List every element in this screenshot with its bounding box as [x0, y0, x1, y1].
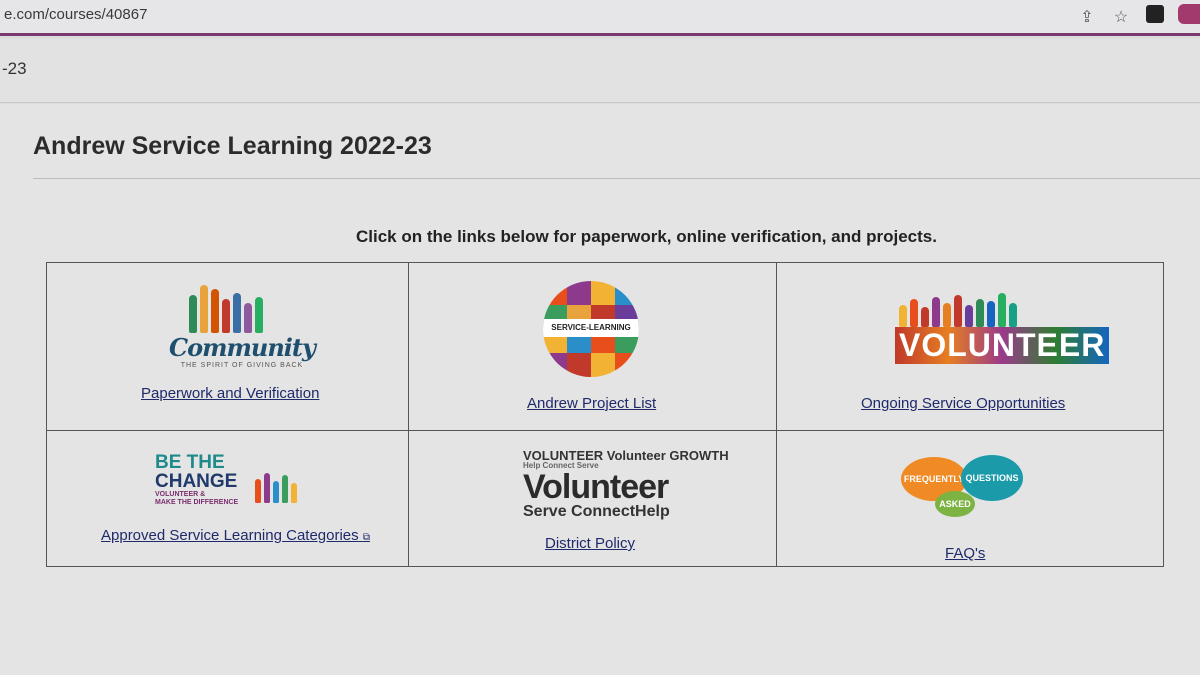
be-the-change-image[interactable]: BE THE CHANGE VOLUNTEER & MAKE THE DIFFE…	[155, 453, 305, 507]
asked-bubble: ASKED	[935, 491, 975, 517]
categories-link[interactable]: Approved Service Learning Categories ⧉	[101, 527, 370, 544]
page-content: Andrew Service Learning 2022-23 Click on…	[0, 104, 1200, 675]
course-header: -23	[0, 39, 1200, 103]
page-title: Andrew Service Learning 2022-23	[33, 132, 432, 160]
browser-toolbar: e.com/courses/40867 ⇪ ☆	[0, 0, 1200, 36]
opportunities-link[interactable]: Ongoing Service Opportunities	[861, 395, 1065, 412]
volunteer-image[interactable]: VOLUNTEER	[895, 293, 1110, 364]
intro-text: Click on the links below for paperwork, …	[356, 227, 937, 246]
share-icon[interactable]: ⇪	[1076, 7, 1098, 27]
extension-icon[interactable]	[1178, 4, 1200, 29]
volunteer-word: VOLUNTEER	[895, 327, 1110, 364]
community-subtitle: THE SPIRIT OF GIVING BACK	[180, 362, 304, 369]
table-cell-categories: BE THE CHANGE VOLUNTEER & MAKE THE DIFFE…	[47, 431, 409, 567]
service-learning-image[interactable]: SERVICE-LEARNING	[543, 281, 639, 377]
table-cell-paperwork: Community THE SPIRIT OF GIVING BACK Pape…	[47, 263, 409, 431]
cloud-line3: Volunteer	[523, 468, 669, 506]
service-learning-band: SERVICE-LEARNING	[543, 319, 639, 337]
title-divider	[33, 178, 1200, 179]
external-link-icon: ⧉	[362, 532, 370, 543]
categories-link-label: Approved Service Learning Categories	[101, 527, 359, 544]
star-icon[interactable]: ☆	[1110, 7, 1132, 27]
table-cell-opportunities: VOLUNTEER Ongoing Service Opportunities	[777, 263, 1163, 431]
table-cell-district-policy: VOLUNTEER Volunteer GROWTH Help Connect …	[409, 431, 777, 567]
browser-actions: ⇪ ☆	[1076, 4, 1200, 29]
community-image[interactable]: Community THE SPIRIT OF GIVING BACK	[169, 285, 316, 369]
table-cell-project-list: SERVICE-LEARNING Andrew Project List	[409, 263, 777, 431]
links-table: Community THE SPIRIT OF GIVING BACK Pape…	[46, 262, 1164, 567]
address-bar[interactable]: e.com/courses/40867	[4, 6, 147, 23]
word-cloud-image[interactable]: VOLUNTEER Volunteer GROWTH Help Connect …	[523, 449, 729, 520]
extension-icon[interactable]	[1144, 5, 1166, 28]
faq-link[interactable]: FAQ's	[945, 545, 985, 562]
project-list-link[interactable]: Andrew Project List	[527, 395, 656, 412]
cloud-line4: Serve ConnectHelp	[523, 503, 670, 520]
breadcrumb[interactable]: -23	[2, 59, 27, 79]
district-policy-link[interactable]: District Policy	[545, 535, 635, 552]
faq-image[interactable]: FREQUENTLY QUESTIONS ASKED	[901, 451, 1027, 525]
paperwork-link[interactable]: Paperwork and Verification	[141, 385, 319, 402]
questions-bubble: QUESTIONS	[961, 455, 1023, 501]
btc-line1: BE THE	[155, 452, 225, 473]
community-word: Community	[169, 333, 316, 362]
table-cell-faq: FREQUENTLY QUESTIONS ASKED FAQ's	[777, 431, 1163, 567]
